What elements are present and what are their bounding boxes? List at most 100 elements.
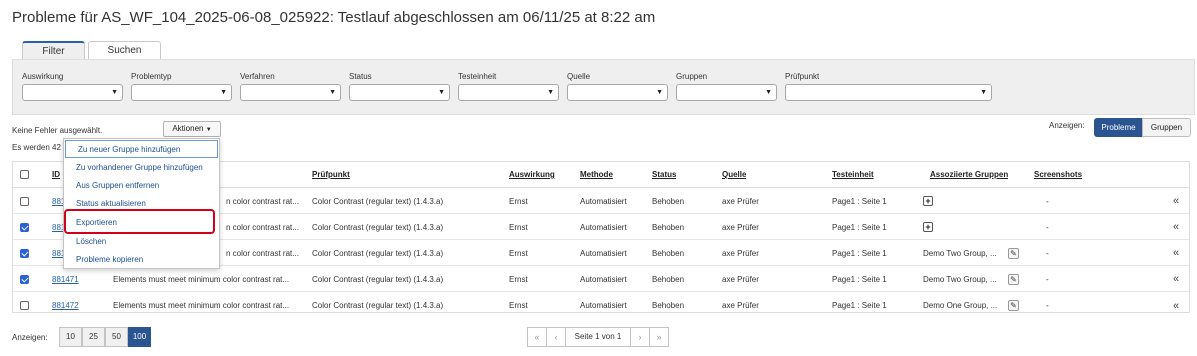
status-cell: Behoben	[652, 301, 685, 310]
export-highlight	[64, 209, 215, 234]
page-size-10[interactable]: 10	[59, 327, 82, 347]
collapse-icon[interactable]: «	[1173, 221, 1179, 233]
filter-source-select[interactable]: ▼	[567, 84, 668, 101]
source-cell: axe Prüfer	[722, 196, 759, 206]
view-problems-button[interactable]: Probleme	[1094, 118, 1143, 137]
header-impact[interactable]: Auswirkung	[509, 162, 555, 187]
header-id[interactable]: ID	[52, 162, 60, 187]
test-unit-cell: Page1 : Seite 1	[832, 222, 887, 232]
header-method[interactable]: Methode	[580, 162, 613, 187]
tab-filter[interactable]: Filter	[22, 41, 85, 61]
filter-procedure-select[interactable]: ▼	[240, 84, 341, 101]
filter-problem-type-select[interactable]: ▼	[131, 84, 232, 101]
checkpoint-cell: Color Contrast (regular text) (1.4.3.a)	[312, 274, 444, 284]
header-test-unit[interactable]: Testeinheit	[832, 162, 874, 187]
page-size-50[interactable]: 50	[105, 327, 128, 347]
test-unit-cell: Page1 : Seite 1	[832, 196, 887, 206]
filter-source: Quelle ▼	[567, 72, 668, 101]
filter-label: Status	[349, 72, 372, 81]
impact-cell: Ernst	[509, 248, 528, 258]
selection-status: Keine Fehler ausgewählt.	[12, 126, 103, 135]
filter-impact: Auswirkung ▼	[22, 72, 123, 101]
checkpoint-cell: Color Contrast (regular text) (1.4.3.a)	[312, 196, 444, 206]
problem-id-link[interactable]: 881472	[52, 301, 79, 310]
menu-remove-from-groups[interactable]: Aus Gruppen entfernen	[64, 177, 219, 195]
menu-copy-problems[interactable]: Probleme kopieren	[64, 251, 219, 269]
edit-icon[interactable]: ✎	[1008, 300, 1019, 311]
groups-cell: Demo Two Group, ...	[923, 274, 997, 284]
add-group-icon[interactable]: +	[923, 222, 933, 232]
description-cell: n color contrast rat...	[226, 222, 299, 232]
tab-search[interactable]: Suchen	[88, 41, 161, 60]
menu-delete[interactable]: Löschen	[64, 233, 219, 251]
header-screenshots[interactable]: Screenshots	[1034, 162, 1082, 187]
header-checkpoint[interactable]: Prüfpunkt	[312, 162, 350, 187]
chevron-down-icon: ▼	[205, 127, 212, 133]
filter-status-select[interactable]: ▼	[349, 84, 450, 101]
filter-groups: Gruppen ▼	[676, 72, 777, 101]
filter-impact-select[interactable]: ▼	[22, 84, 123, 101]
filter-label: Gruppen	[676, 72, 708, 81]
first-page-button[interactable]: «	[527, 327, 547, 347]
row-checkbox[interactable]	[20, 222, 29, 232]
select-all-checkbox-cell	[20, 162, 29, 187]
menu-add-existing-group[interactable]: Zu vorhandener Gruppe hinzufügen	[64, 159, 219, 177]
collapse-icon[interactable]: «	[1173, 195, 1179, 207]
chevron-down-icon: ▼	[547, 89, 554, 96]
collapse-icon[interactable]: «	[1173, 273, 1179, 285]
test-unit-cell: Page1 : Seite 1	[832, 301, 887, 310]
method-cell: Automatisiert	[580, 222, 627, 232]
collapse-icon[interactable]: «	[1173, 247, 1179, 259]
filter-status: Status ▼	[349, 72, 450, 101]
filter-label: Prüfpunkt	[785, 72, 820, 81]
header-groups[interactable]: Assoziierte Gruppen	[930, 162, 1008, 187]
page-indicator: Seite 1 von 1	[565, 327, 631, 347]
menu-add-new-group[interactable]: Zu neuer Gruppe hinzufügen	[65, 140, 218, 158]
edit-icon[interactable]: ✎	[1008, 273, 1019, 285]
row-checkbox[interactable]	[20, 196, 29, 206]
page-size-25[interactable]: 25	[82, 327, 105, 347]
filter-checkpoint-select[interactable]: ▼	[785, 84, 992, 101]
test-unit-cell: Page1 : Seite 1	[832, 274, 887, 284]
description-cell: Elements must meet minimum color contras…	[113, 301, 290, 310]
view-toggle-label: Anzeigen:	[1049, 121, 1085, 130]
table-row: 881472 Elements must meet minimum color …	[13, 293, 1189, 318]
row-checkbox[interactable]	[20, 248, 29, 258]
filter-groups-select[interactable]: ▼	[676, 84, 777, 101]
collapse-icon[interactable]: «	[1173, 300, 1179, 312]
actions-button-label: Aktionen	[172, 124, 204, 133]
prev-page-button[interactable]: ‹	[546, 327, 566, 347]
chevron-down-icon: ▼	[111, 89, 118, 96]
screenshots-cell: -	[1046, 301, 1049, 310]
table-row: 881471 Elements must meet minimum color …	[13, 267, 1189, 292]
next-page-button[interactable]: ›	[630, 327, 650, 347]
status-cell: Behoben	[652, 222, 685, 232]
row-checkbox[interactable]	[20, 274, 29, 284]
method-cell: Automatisiert	[580, 301, 627, 310]
edit-icon[interactable]: ✎	[1008, 247, 1019, 259]
result-count: Es werden 42	[12, 143, 61, 152]
row-checkbox[interactable]	[20, 301, 29, 310]
last-page-button[interactable]: »	[649, 327, 669, 347]
view-groups-button[interactable]: Gruppen	[1142, 118, 1191, 137]
select-all-checkbox[interactable]	[20, 170, 29, 179]
filter-label: Testeinheit	[458, 72, 497, 81]
add-group-icon[interactable]: +	[923, 196, 933, 206]
groups-cell: Demo Two Group, ...	[923, 248, 997, 258]
problem-id-link[interactable]: 881471	[52, 275, 79, 284]
method-cell: Automatisiert	[580, 248, 627, 258]
actions-button[interactable]: Aktionen ▼	[163, 121, 221, 137]
header-source[interactable]: Quelle	[722, 162, 746, 187]
checkpoint-cell: Color Contrast (regular text) (1.4.3.a)	[312, 301, 444, 310]
filter-test-unit-select[interactable]: ▼	[458, 84, 559, 101]
header-status[interactable]: Status	[652, 162, 676, 187]
source-cell: axe Prüfer	[722, 274, 759, 284]
screenshots-cell: -	[1046, 222, 1049, 232]
chevron-down-icon: ▼	[980, 89, 987, 96]
chevron-down-icon: ▼	[438, 89, 445, 96]
source-cell: axe Prüfer	[722, 301, 759, 310]
filter-label: Auswirkung	[22, 72, 64, 81]
source-cell: axe Prüfer	[722, 248, 759, 258]
chevron-down-icon: ▼	[329, 89, 336, 96]
page-size-100[interactable]: 100	[128, 327, 151, 347]
